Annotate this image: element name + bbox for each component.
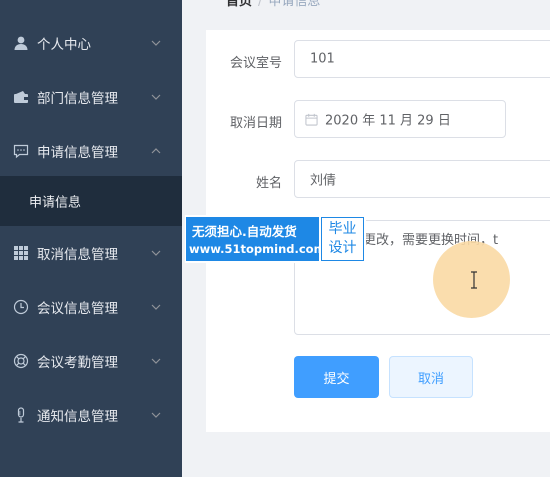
sidebar-item-notification[interactable]: 通知信息管理 (0, 388, 182, 442)
sidebar: 个人中心 部门信息管理 申请信息管理 申请信息 取消信息管理 会议信息管理 会议… (0, 0, 182, 477)
chevron-down-icon (151, 304, 161, 310)
sidebar-item-attendance[interactable]: 会议考勤管理 (0, 334, 182, 388)
sidebar-item-cancellation[interactable]: 取消信息管理 (0, 226, 182, 280)
breadcrumb: 首页 / 申请信息 (226, 0, 320, 9)
name-label: 姓名 (255, 176, 282, 191)
sidebar-item-label: 部门信息管理 (37, 91, 118, 107)
sidebar-item-label: 申请信息管理 (37, 145, 118, 161)
grid-icon (14, 246, 28, 260)
sidebar-item-label: 个人中心 (37, 37, 91, 53)
cancel-button[interactable]: 取消 (389, 356, 473, 398)
cancel-date-value: 2020 年 11 月 29 日 (325, 113, 451, 129)
room-number-value: 101 (310, 51, 335, 67)
watermark-badge-bottom: 设计 (328, 240, 357, 256)
chevron-down-icon (151, 412, 161, 418)
chevron-down-icon (151, 250, 161, 256)
room-number-input[interactable]: 101 (294, 40, 550, 78)
chevron-down-icon (151, 94, 161, 100)
breadcrumb-home[interactable]: 首页 (226, 0, 252, 9)
sidebar-item-label: 会议信息管理 (37, 301, 118, 317)
sidebar-item-personal-center[interactable]: 个人中心 (0, 16, 182, 70)
sidebar-item-application[interactable]: 申请信息管理 (0, 124, 182, 178)
cancel-date-picker[interactable]: 2020 年 11 月 29 日 (294, 100, 506, 138)
text-cursor-icon (471, 271, 477, 289)
sidebar-item-label: 取消信息管理 (37, 247, 118, 263)
name-input[interactable]: 刘倩 (294, 160, 550, 198)
watermark-badge-top: 毕业 (328, 221, 357, 237)
cancel-date-label: 取消日期 (229, 116, 282, 131)
lifebuoy-icon (13, 353, 29, 369)
watermark-line2: www.51topmind.com (189, 242, 326, 256)
watermark-line1: 无须担心.自动发货 (192, 224, 297, 239)
watermark-text-block: 无须担心.自动发货 www.51topmind.com (186, 217, 326, 261)
watermark-overlay: 无须担心.自动发货 www.51topmind.com 毕业 设计 (185, 215, 366, 263)
chat-icon (13, 144, 29, 159)
breadcrumb-current: 申请信息 (268, 0, 321, 9)
chevron-down-icon (151, 40, 161, 46)
chevron-up-icon (151, 148, 161, 154)
sidebar-item-department[interactable]: 部门信息管理 (0, 70, 182, 124)
sidebar-item-label: 通知信息管理 (37, 409, 118, 425)
name-value: 刘倩 (310, 173, 337, 189)
submit-button[interactable]: 提交 (294, 356, 379, 398)
microphone-icon (17, 407, 25, 423)
sidebar-subitem-application-info[interactable]: 申请信息 (0, 176, 182, 226)
wallet-icon (14, 91, 28, 103)
room-number-label: 会议室号 (229, 56, 282, 71)
user-icon (14, 36, 28, 50)
chevron-down-icon (151, 358, 161, 364)
sidebar-item-label: 会议考勤管理 (37, 355, 118, 371)
sidebar-item-meeting[interactable]: 会议信息管理 (0, 280, 182, 334)
sidebar-subitem-label: 申请信息 (29, 195, 82, 211)
watermark-badge: 毕业 设计 (321, 217, 364, 261)
breadcrumb-separator: / (258, 0, 263, 9)
clock-icon (13, 299, 29, 315)
calendar-icon (305, 113, 318, 126)
